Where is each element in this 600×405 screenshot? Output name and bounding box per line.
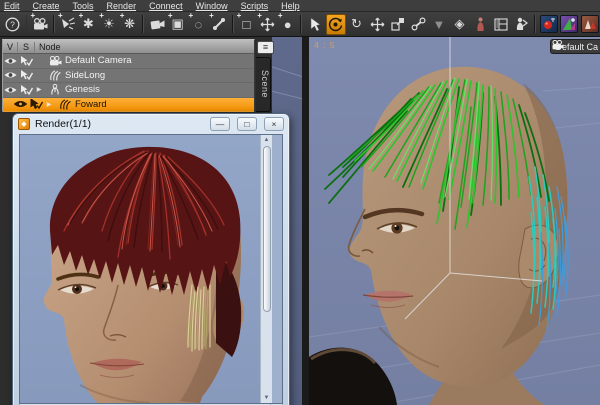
toolbar-separator bbox=[53, 15, 55, 33]
render-window[interactable]: ◆ Render(1/1) — □ × ▲ ▼ bbox=[12, 113, 290, 405]
toolbar-separator bbox=[534, 15, 537, 33]
visibility-eye-icon[interactable] bbox=[3, 57, 18, 65]
orbit-rotate-tool-icon[interactable] bbox=[325, 13, 346, 35]
new-sphere-icon[interactable]: + ● bbox=[278, 11, 298, 35]
scale-tool-icon[interactable] bbox=[388, 14, 408, 35]
scroll-up-arrow-icon[interactable]: ▲ bbox=[262, 135, 272, 145]
menu-create[interactable]: Create bbox=[33, 1, 60, 11]
visibility-eye-icon[interactable] bbox=[3, 71, 18, 79]
new-null-icon[interactable]: + ◌ bbox=[189, 11, 209, 35]
scene-navigator-icon[interactable] bbox=[512, 14, 532, 35]
more-tools-dropdown-icon[interactable]: ▼ bbox=[429, 14, 449, 35]
selectable-cursor-icon[interactable] bbox=[18, 84, 35, 95]
toolbar: ? + + + ✱ + ☀ + ❋ + ▣ + ◌ + + □ + + ● ↻ ▼ ◈ bbox=[0, 11, 600, 37]
translate-tool-icon[interactable] bbox=[367, 14, 387, 35]
viewport-3d[interactable]: 4 : 5 Default Ca bbox=[309, 37, 600, 405]
visibility-eye-icon[interactable] bbox=[3, 86, 18, 94]
vertical-scrollbar-thumb[interactable] bbox=[262, 146, 271, 313]
scene-panel: V S Node ▶ Default Camera ▶ SideLong ▶ bbox=[2, 39, 255, 112]
node-label: Genesis bbox=[65, 84, 100, 96]
render-window-content: ▲ ▼ bbox=[19, 134, 283, 404]
render-settings-icon[interactable] bbox=[560, 14, 580, 35]
menu-tools[interactable]: Tools bbox=[73, 1, 94, 11]
shoulder-silhouette bbox=[309, 347, 397, 405]
new-distant-light-icon[interactable]: + ☀ bbox=[99, 11, 119, 35]
column-selectable[interactable]: S bbox=[18, 41, 35, 52]
scene-row-foward[interactable]: ▶ Foward bbox=[3, 97, 254, 112]
layout-icon[interactable] bbox=[491, 14, 511, 35]
hair-node-icon bbox=[58, 99, 72, 110]
minimize-button[interactable]: — bbox=[210, 117, 230, 131]
menu-render[interactable]: Render bbox=[107, 1, 137, 11]
menu-bar: Edit Create Tools Render Connect Window … bbox=[0, 0, 600, 12]
viewport-camera-selector[interactable]: Default Ca bbox=[550, 39, 600, 54]
joint-editor-tool-icon[interactable] bbox=[408, 14, 428, 35]
vertical-scrollbar[interactable]: ▲ ▼ bbox=[260, 135, 272, 403]
menu-scripts[interactable]: Scripts bbox=[241, 1, 269, 11]
scroll-down-arrow-icon[interactable]: ▼ bbox=[262, 393, 272, 403]
column-node[interactable]: Node bbox=[35, 42, 61, 52]
panel-options-menu-icon[interactable]: ≡ bbox=[257, 41, 274, 54]
new-cube-icon[interactable]: + ▣ bbox=[168, 11, 188, 35]
menu-window[interactable]: Window bbox=[196, 1, 228, 11]
menu-help[interactable]: Help bbox=[281, 1, 300, 11]
new-translate-helper-icon[interactable]: + bbox=[257, 11, 277, 35]
camera-icon bbox=[552, 40, 564, 50]
pane-divider[interactable] bbox=[302, 37, 309, 405]
expander[interactable]: ▶ bbox=[45, 101, 53, 108]
menu-connect[interactable]: Connect bbox=[149, 1, 183, 11]
new-point-light-icon[interactable]: + ✱ bbox=[79, 11, 99, 35]
expander-arrow-icon[interactable]: ▶ bbox=[35, 86, 43, 93]
aspect-ratio-label: 4 : 5 bbox=[314, 40, 336, 50]
new-spotlight-icon[interactable]: + bbox=[58, 11, 78, 35]
camera-viewer-icon[interactable] bbox=[147, 14, 167, 35]
render-button-icon[interactable] bbox=[539, 14, 559, 35]
viewport-scene-hair-guides bbox=[309, 37, 600, 405]
scene-panel-header: V S Node bbox=[3, 40, 254, 54]
toolbar-separator bbox=[231, 15, 234, 33]
new-camera-icon[interactable]: + bbox=[30, 11, 50, 35]
visibility-eye-icon[interactable] bbox=[13, 100, 28, 108]
help-icon[interactable]: ? bbox=[3, 14, 23, 35]
toolbar-separator bbox=[25, 15, 28, 33]
selectable-cursor-icon[interactable] bbox=[18, 55, 35, 66]
surface-selection-tool-icon[interactable]: ◈ bbox=[450, 14, 470, 35]
render-library-icon[interactable] bbox=[580, 14, 600, 35]
close-button[interactable]: × bbox=[264, 117, 284, 131]
toolbar-separator bbox=[142, 15, 145, 33]
rotate-tool-icon[interactable]: ↻ bbox=[347, 14, 367, 35]
render-window-title: Render(1/1) bbox=[35, 118, 92, 130]
rendered-image bbox=[20, 135, 260, 403]
node-label: SideLong bbox=[65, 69, 106, 81]
camera-node-icon bbox=[48, 55, 62, 66]
scene-row-default-camera[interactable]: ▶ Default Camera bbox=[3, 54, 254, 69]
scene-tab[interactable]: Scene bbox=[256, 57, 271, 112]
menu-edit[interactable]: Edit bbox=[4, 1, 20, 11]
hair-node-icon bbox=[48, 70, 62, 81]
node-label: Default Camera bbox=[65, 55, 132, 67]
render-window-titlebar[interactable]: ◆ Render(1/1) — □ × bbox=[13, 114, 289, 134]
column-visible[interactable]: V bbox=[3, 41, 18, 52]
new-linear-point-light-icon[interactable]: + ❋ bbox=[120, 11, 140, 35]
maximize-button[interactable]: □ bbox=[237, 117, 257, 131]
new-group-icon[interactable]: + □ bbox=[237, 11, 257, 35]
new-bone-icon[interactable]: + bbox=[209, 11, 229, 35]
scene-row-sidelong[interactable]: ▶ SideLong bbox=[3, 68, 254, 83]
figure-icon[interactable] bbox=[470, 14, 490, 35]
render-window-icon: ◆ bbox=[18, 118, 30, 130]
node-label: Foward bbox=[75, 98, 107, 110]
scene-row-genesis[interactable]: ▶ Genesis bbox=[3, 83, 254, 98]
toolbar-separator bbox=[300, 15, 303, 33]
selectable-cursor-icon[interactable] bbox=[18, 70, 35, 81]
node-selection-tool-icon[interactable] bbox=[305, 14, 325, 35]
figure-node-icon bbox=[48, 84, 62, 95]
selectable-cursor-icon[interactable] bbox=[28, 99, 45, 110]
svg-text:?: ? bbox=[10, 19, 15, 29]
